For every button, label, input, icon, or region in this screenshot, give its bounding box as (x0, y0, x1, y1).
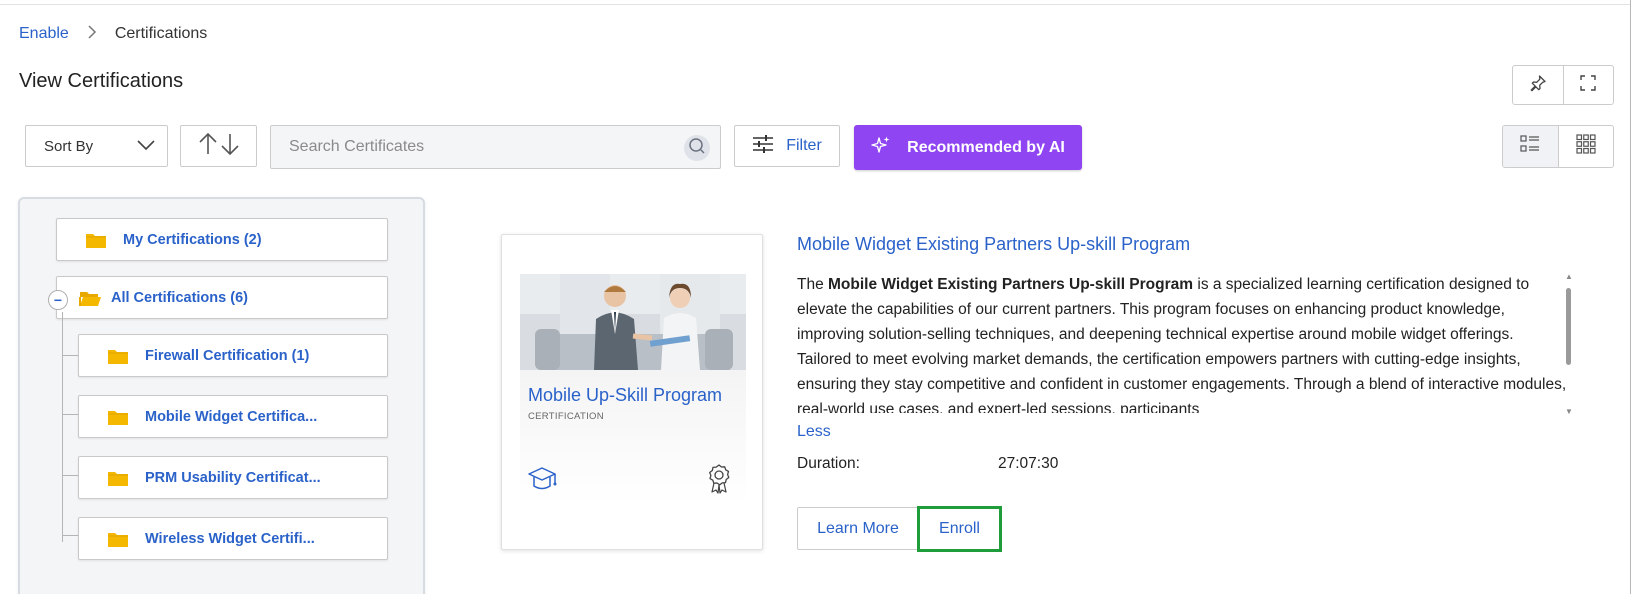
collapse-toggle[interactable]: − (48, 290, 68, 310)
chevron-right-icon (87, 24, 97, 43)
search-box (270, 125, 721, 169)
certification-description: The Mobile Widget Existing Partners Up-s… (797, 272, 1569, 413)
search-button[interactable] (684, 135, 710, 161)
breadcrumb-current: Certifications (114, 24, 208, 42)
page-title: View Certifications (19, 70, 184, 92)
pin-button[interactable] (1513, 66, 1564, 104)
tree-node-my-certifications[interactable]: My Certifications (2) (56, 218, 388, 261)
list-view-button[interactable] (1503, 126, 1559, 167)
folder-icon (107, 347, 129, 365)
tree-connector (62, 535, 78, 536)
duration-label: Duration: (797, 455, 860, 472)
breadcrumb-enable-link[interactable]: Enable (19, 25, 69, 43)
folder-icon (107, 469, 129, 487)
description-bold-title: Mobile Widget Existing Partners Up-skill… (828, 276, 1194, 293)
tree-node-label: Mobile Widget Certifica... (145, 408, 318, 425)
card-type: CERTIFICATION (528, 411, 604, 422)
tree-node-prm-usability-certification[interactable]: PRM Usability Certificat... (78, 456, 388, 499)
breadcrumb: Enable Certifications (19, 24, 207, 43)
tree-node-all-certifications[interactable]: All Certifications (6) (56, 276, 388, 319)
card-thumbnail (520, 274, 746, 370)
scroll-up-arrow-icon[interactable]: ▲ (1565, 272, 1573, 281)
tree-node-firewall-certification[interactable]: Firewall Certification (1) (78, 334, 388, 377)
toolbar: Sort By Filter Recommended by AI (0, 125, 1640, 171)
tree-connector (62, 414, 78, 415)
tree-connector (62, 475, 78, 476)
scroll-down-arrow-icon[interactable]: ▼ (1565, 407, 1573, 416)
description-text: is a specialized learning certification … (797, 276, 1567, 413)
sort-by-label: Sort By (44, 137, 94, 155)
certification-card[interactable]: Mobile Up-Skill Program CERTIFICATION (501, 234, 763, 550)
sort-arrows-icon (196, 132, 242, 161)
list-view-icon (1520, 135, 1540, 158)
search-icon (688, 137, 706, 160)
tree-node-label: Wireless Widget Certifi... (145, 530, 315, 547)
folder-open-icon (79, 289, 101, 307)
grid-view-button[interactable] (1559, 126, 1614, 167)
tree-connector (62, 312, 63, 542)
tree-node-label: Firewall Certification (1) (145, 347, 310, 364)
page-actions (1512, 65, 1614, 105)
learn-more-button[interactable]: Learn More (797, 507, 919, 550)
award-badge-icon (707, 464, 731, 499)
filter-button[interactable]: Filter (734, 125, 840, 167)
window-scrollbar-edge (1630, 0, 1640, 594)
tree-connector (62, 355, 78, 356)
tree-node-label: PRM Usability Certificat... (145, 469, 321, 486)
folder-icon (85, 231, 107, 249)
pin-icon (1529, 74, 1547, 97)
description-scrollbar[interactable]: ▲ ▼ (1563, 272, 1575, 416)
certification-tree-panel: My Certifications (2) All Certifications… (18, 197, 425, 594)
certification-title-link[interactable]: Mobile Widget Existing Partners Up-skill… (797, 234, 1190, 255)
chevron-down-icon (137, 138, 155, 155)
sparkle-icon (871, 135, 891, 160)
sliders-icon (752, 134, 774, 159)
folder-icon (107, 408, 129, 426)
description-prefix: The (797, 276, 829, 293)
ai-button-label: Recommended by AI (907, 138, 1065, 156)
enroll-button[interactable]: Enroll (917, 506, 1002, 552)
sort-direction-button[interactable] (180, 125, 257, 167)
grid-view-icon (1576, 134, 1596, 159)
view-toggle (1502, 125, 1614, 168)
tree-node-label: All Certifications (6) (111, 289, 248, 306)
filter-label: Filter (786, 137, 822, 154)
fullscreen-button[interactable] (1564, 66, 1614, 104)
tree-node-wireless-widget-certification[interactable]: Wireless Widget Certifi... (78, 517, 388, 560)
search-input[interactable] (271, 126, 671, 168)
show-less-link[interactable]: Less (797, 423, 831, 441)
tree-node-mobile-widget-certification[interactable]: Mobile Widget Certifica... (78, 395, 388, 438)
fullscreen-icon (1579, 74, 1597, 97)
duration-value: 27:07:30 (998, 455, 1059, 472)
sort-by-dropdown[interactable]: Sort By (25, 125, 168, 167)
top-divider (0, 0, 1640, 5)
card-title: Mobile Up-Skill Program (528, 385, 723, 405)
scrollbar-thumb[interactable] (1566, 288, 1571, 365)
tree-node-label: My Certifications (2) (123, 231, 262, 248)
folder-icon (107, 530, 129, 548)
recommended-by-ai-button[interactable]: Recommended by AI (854, 125, 1082, 170)
graduation-cap-icon (528, 467, 558, 498)
